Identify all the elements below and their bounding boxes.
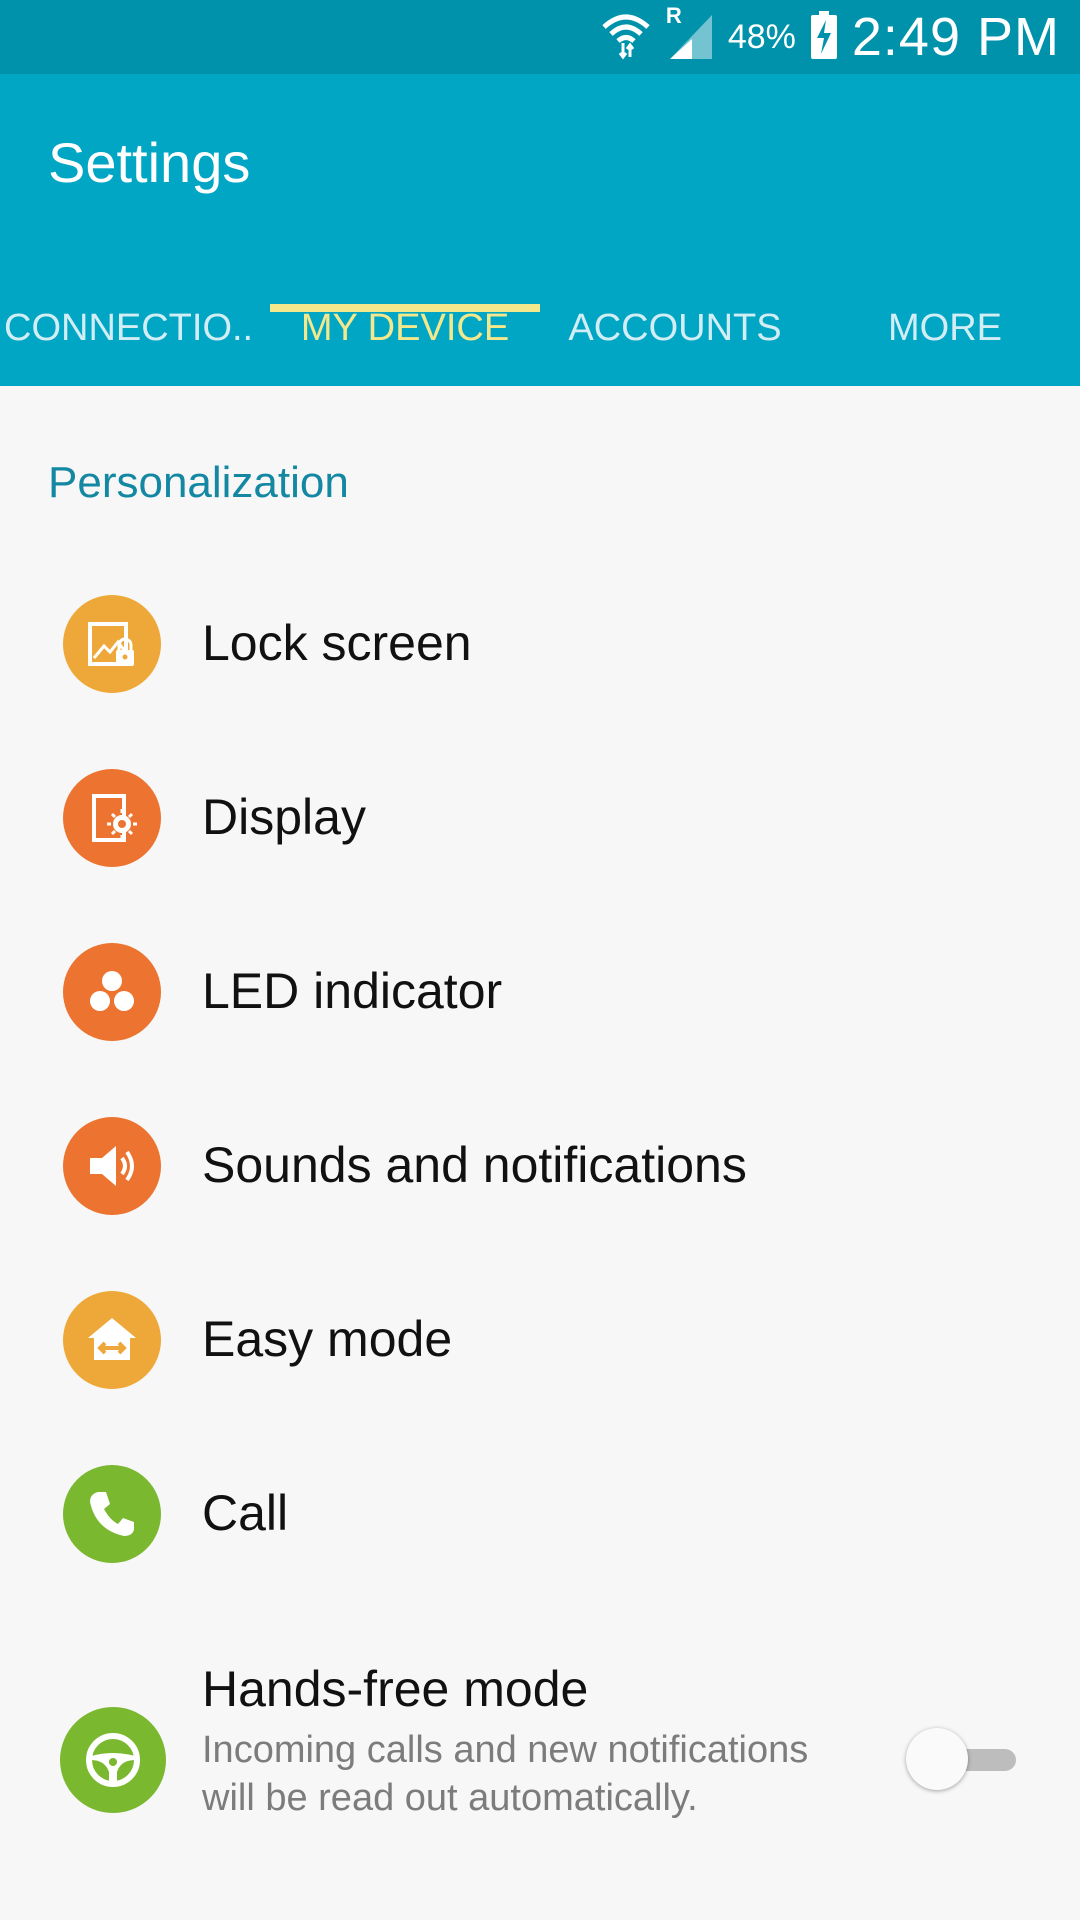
settings-item-description: Incoming calls and new notifications wil… bbox=[202, 1729, 809, 1819]
page-title: Settings bbox=[48, 131, 251, 194]
settings-item-display[interactable]: Display bbox=[0, 732, 1080, 906]
settings-item-lock-screen[interactable]: Lock screen bbox=[0, 558, 1080, 732]
app-bar: Settings CONNECTIO.. MY DEVICE ACCOUNTS … bbox=[0, 74, 1080, 386]
speaker-icon bbox=[63, 1117, 161, 1215]
settings-item-label: Sounds and notifications bbox=[202, 1137, 747, 1193]
status-icons: R 48% 2:49 PM bbox=[600, 0, 1060, 74]
section-header: Personalization bbox=[48, 458, 349, 507]
signal-icon: R bbox=[666, 3, 714, 66]
settings-item-label: Call bbox=[202, 1485, 289, 1541]
tab-bar: CONNECTIO.. MY DEVICE ACCOUNTS MORE bbox=[0, 270, 1080, 386]
settings-item-easy-mode[interactable]: Easy mode bbox=[0, 1254, 1080, 1428]
status-bar: R 48% 2:49 PM bbox=[0, 0, 1080, 74]
tab-connections[interactable]: CONNECTIO.. bbox=[0, 270, 254, 386]
settings-item-label: LED indicator bbox=[202, 963, 503, 1019]
settings-item-label: Easy mode bbox=[202, 1311, 453, 1367]
phone-icon bbox=[63, 1465, 161, 1563]
roaming-indicator: R bbox=[665, 2, 682, 28]
hands-free-toggle-thumb[interactable] bbox=[906, 1728, 968, 1790]
tab-my-device[interactable]: MY DEVICE bbox=[270, 270, 540, 386]
led-indicator-icon bbox=[63, 943, 161, 1041]
display-icon bbox=[63, 769, 161, 867]
battery-percent: 48% bbox=[727, 17, 796, 56]
tab-more[interactable]: MORE bbox=[810, 270, 1080, 386]
steering-wheel-icon bbox=[60, 1707, 166, 1813]
active-tab-indicator bbox=[270, 304, 540, 312]
easy-mode-icon bbox=[63, 1291, 161, 1389]
lock-screen-icon bbox=[63, 595, 161, 693]
settings-item-call[interactable]: Call bbox=[0, 1428, 1080, 1602]
settings-item-sounds-notifications[interactable]: Sounds and notifications bbox=[0, 1080, 1080, 1254]
settings-item-led-indicator[interactable]: LED indicator bbox=[0, 906, 1080, 1080]
settings-item-label: Lock screen bbox=[202, 615, 472, 671]
clock: 2:49 PM bbox=[851, 7, 1060, 67]
battery-charging-icon bbox=[810, 10, 838, 65]
wifi-icon bbox=[600, 9, 652, 66]
settings-item-label: Display bbox=[202, 789, 366, 845]
tab-accounts[interactable]: ACCOUNTS bbox=[540, 270, 810, 386]
settings-item-label: Hands-free mode bbox=[202, 1661, 589, 1717]
